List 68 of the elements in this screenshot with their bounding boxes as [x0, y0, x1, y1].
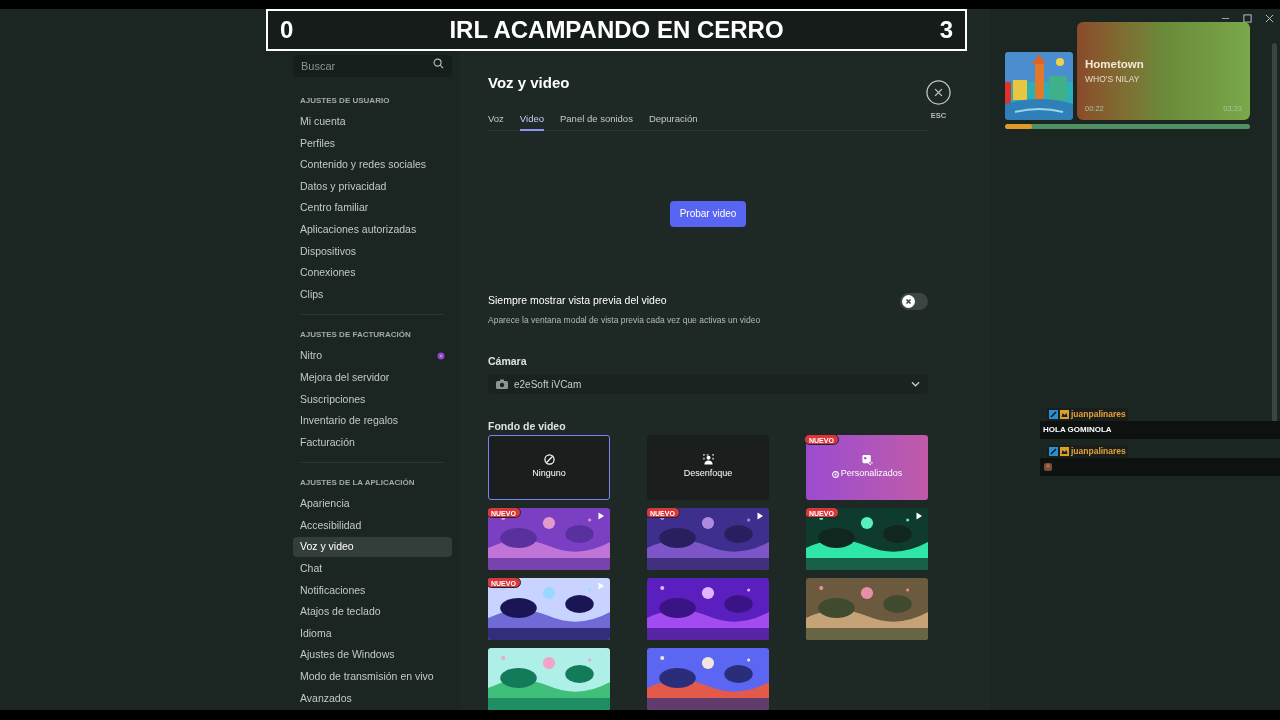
- scrollbar[interactable]: [1272, 43, 1277, 423]
- camera-dropdown[interactable]: e2eSoft iVCam: [488, 374, 928, 394]
- sidebar-item[interactable]: Suscripciones: [293, 389, 452, 410]
- option-label: Ninguno: [532, 467, 566, 481]
- sidebar-item[interactable]: Mi cuenta: [293, 112, 452, 132]
- tab[interactable]: Panel de sonidos: [560, 108, 633, 131]
- section-label: Fondo de video: [488, 419, 567, 433]
- sidebar-item[interactable]: Perfiles: [293, 133, 452, 154]
- close-icon[interactable]: [1265, 14, 1274, 23]
- sidebar-item[interactable]: Mejora del servidor: [293, 367, 452, 388]
- banner-title: IRL ACAMPANDO EN CERRO: [449, 15, 784, 45]
- sidebar-item[interactable]: Aplicaciones autorizadas: [293, 219, 452, 240]
- dropdown-value: e2eSoft iVCam: [514, 377, 582, 392]
- search-field[interactable]: Buscar: [293, 55, 452, 77]
- emote-icon: [1043, 462, 1053, 472]
- blur-person-icon: [702, 454, 714, 466]
- tab[interactable]: Voz: [488, 108, 504, 131]
- section-header: AJUSTES DE USUARIO: [299, 95, 391, 107]
- toggle-switch[interactable]: [900, 292, 928, 310]
- background-option[interactable]: Ninguno: [488, 435, 610, 500]
- sidebar-item[interactable]: Voz y video: [293, 537, 452, 558]
- setting-label: Siempre mostrar vista previa del video: [488, 293, 667, 309]
- tab[interactable]: Depuración: [648, 108, 698, 131]
- camera-icon: [496, 379, 508, 390]
- chat-username: juanpalinares: [1071, 408, 1126, 421]
- sidebar-item[interactable]: Inventario de regalos: [293, 411, 452, 431]
- message-text: HOLA GOMINOLA: [1043, 424, 1112, 436]
- sidebar-item[interactable]: Notificaciones: [293, 580, 452, 601]
- sidebar-item[interactable]: Conexiones: [293, 263, 452, 284]
- maximize-icon[interactable]: [1243, 14, 1252, 23]
- sidebar-item[interactable]: Facturación: [293, 432, 452, 453]
- song-title: Hometown: [1085, 57, 1145, 72]
- page-title: Voz y video: [488, 73, 571, 92]
- tab[interactable]: Video: [519, 108, 544, 131]
- toggle-knob[interactable]: [902, 294, 915, 308]
- nitro-icon: [831, 470, 839, 478]
- background-option[interactable]: Desenfoque: [647, 435, 769, 500]
- artist-name: WHO'S NILAY: [1085, 73, 1141, 86]
- search-icon[interactable]: [433, 58, 444, 69]
- sidebar-item[interactable]: Centro familiar: [293, 198, 452, 219]
- score-text: 3: [939, 15, 953, 45]
- nitro-icon: [437, 352, 445, 361]
- image-add-icon: [861, 454, 873, 466]
- sidebar-item[interactable]: Apariencia: [293, 494, 452, 515]
- section-header: AJUSTES DE LA APLICACIÓN: [299, 477, 416, 490]
- sidebar-item[interactable]: Atajos de teclado: [293, 602, 452, 623]
- sidebar-item[interactable]: Modo de transmisión en vivo: [293, 666, 452, 687]
- setting-description: Aparece la ventana modal de vista previa cada vez que activas un video: [488, 313, 762, 326]
- sidebar-item[interactable]: Contenido y redes sociales: [293, 155, 452, 176]
- sidebar-item[interactable]: Nitro: [293, 346, 452, 367]
- chat-username: juanpalinares: [1071, 445, 1126, 458]
- score-text: 0: [280, 15, 294, 45]
- sidebar-item[interactable]: Dispositivos: [293, 241, 452, 262]
- field-label: Cámara: [488, 353, 528, 368]
- sidebar-item[interactable]: Ajustes de Windows: [293, 645, 452, 666]
- sidebar-item[interactable]: Idioma: [293, 623, 452, 644]
- chevron-down-icon: [911, 381, 920, 388]
- sidebar-item[interactable]: Chat: [293, 559, 452, 579]
- sidebar-item[interactable]: Clips: [293, 284, 452, 305]
- section-header: AJUSTES DE FACTURACIÓN: [299, 329, 412, 342]
- option-label: Desenfoque: [683, 467, 733, 481]
- sidebar-item[interactable]: Avanzados: [293, 688, 452, 709]
- sidebar-item[interactable]: Accesibilidad: [293, 515, 452, 536]
- sidebar-item[interactable]: Datos y privacidad: [293, 176, 452, 197]
- test-video-button[interactable]: Probar video: [669, 200, 747, 227]
- prohibited-icon: [543, 454, 555, 466]
- option-label: Personalizados: [840, 467, 903, 481]
- close-button[interactable]: [926, 80, 951, 105]
